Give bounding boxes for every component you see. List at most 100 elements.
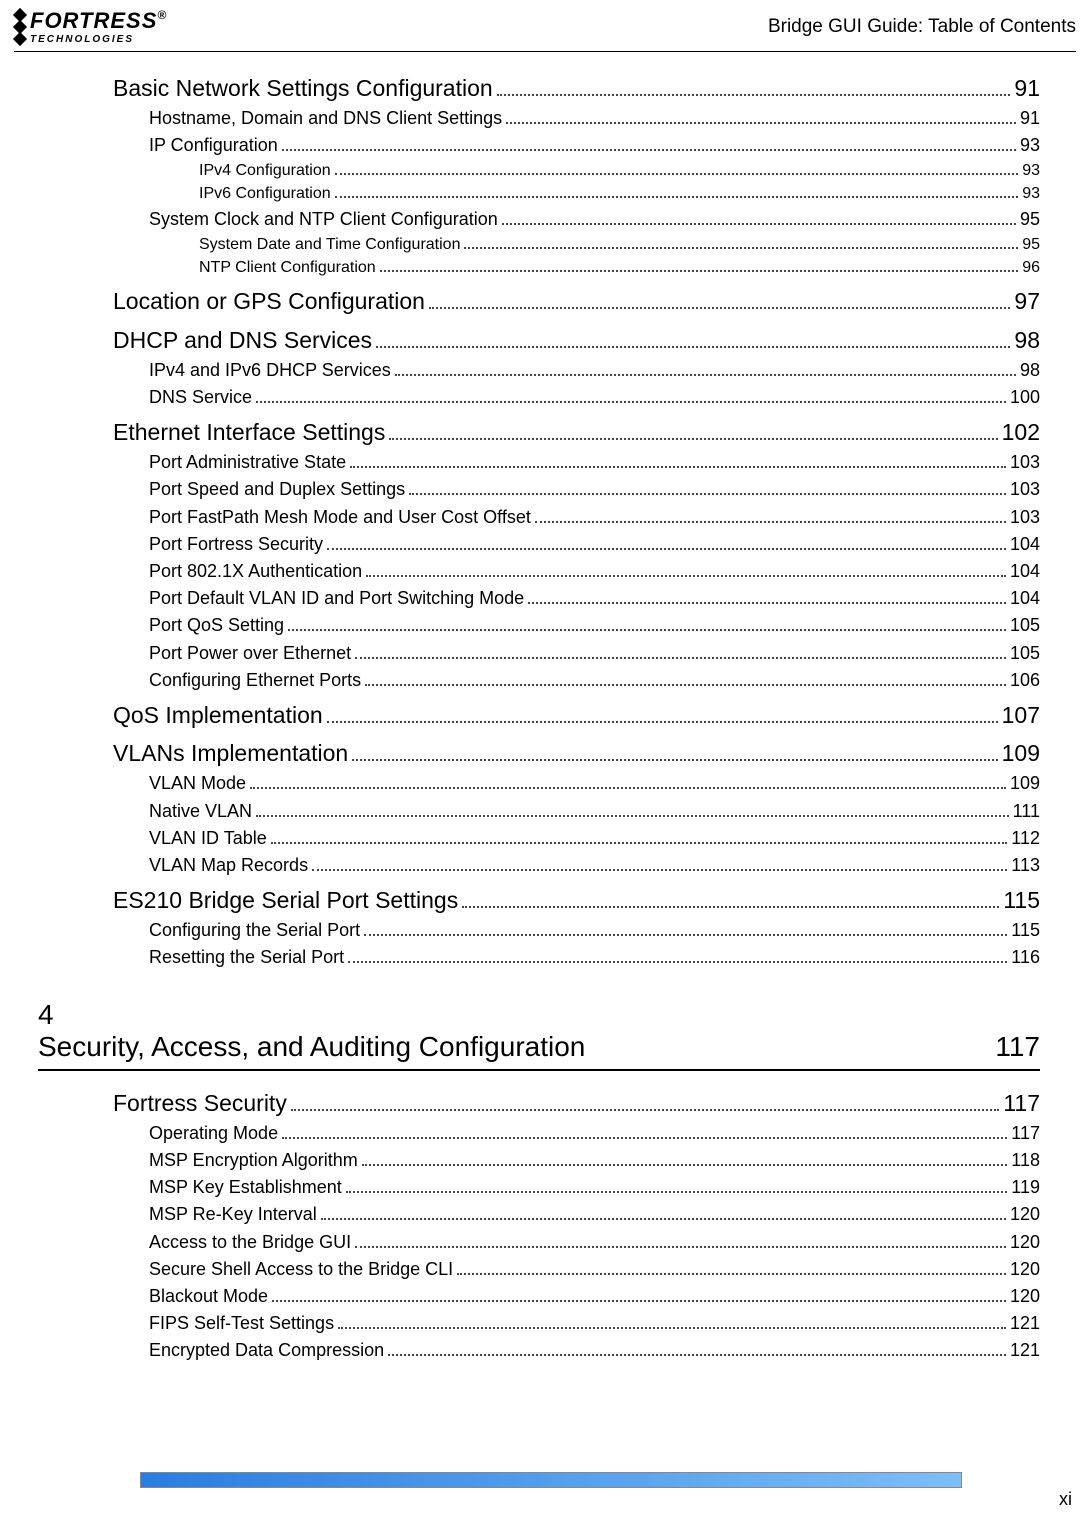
toc-entry[interactable]: Basic Network Settings Configuration 91 — [113, 72, 1040, 104]
toc-entry[interactable]: QoS Implementation 107 — [113, 699, 1040, 731]
toc-entry[interactable]: Blackout Mode 120 — [149, 1284, 1040, 1309]
toc-entry[interactable]: DNS Service 100 — [149, 385, 1040, 410]
toc-page: 100 — [1010, 385, 1040, 410]
toc-page: 103 — [1010, 505, 1040, 530]
toc-entry[interactable]: Port Fortress Security 104 — [149, 532, 1040, 557]
toc-label: Port 802.1X Authentication — [149, 559, 362, 584]
toc-entry[interactable]: Ethernet Interface Settings 102 — [113, 416, 1040, 448]
toc-label: VLANs Implementation — [113, 737, 348, 769]
toc-entry[interactable]: VLAN ID Table 112 — [149, 826, 1040, 851]
toc-entry[interactable]: NTP Client Configuration 96 — [199, 257, 1040, 279]
toc-block-2: Fortress Security 117Operating Mode 117M… — [113, 1087, 1040, 1364]
toc-label: DHCP and DNS Services — [113, 324, 372, 356]
header-title: Bridge GUI Guide: Table of Contents — [768, 16, 1076, 38]
toc-label: Port Fortress Security — [149, 532, 323, 557]
toc-page: 120 — [1010, 1284, 1040, 1309]
toc-entry[interactable]: Port QoS Setting 105 — [149, 613, 1040, 638]
toc-entry[interactable]: VLANs Implementation 109 — [113, 737, 1040, 769]
toc-entry[interactable]: Native VLAN 111 — [149, 799, 1040, 824]
toc-entry[interactable]: Fortress Security 117 — [113, 1087, 1040, 1119]
toc-leader — [376, 329, 1010, 347]
toc-label: DNS Service — [149, 385, 252, 410]
toc-leader — [462, 890, 999, 908]
toc-leader — [497, 78, 1011, 96]
toc-entry[interactable]: Operating Mode 117 — [149, 1121, 1040, 1146]
toc-entry[interactable]: Port Power over Ethernet 105 — [149, 641, 1040, 666]
toc-label: Secure Shell Access to the Bridge CLI — [149, 1257, 453, 1282]
toc-entry[interactable]: DHCP and DNS Services 98 — [113, 324, 1040, 356]
toc-entry[interactable]: Hostname, Domain and DNS Client Settings… — [149, 106, 1040, 131]
toc-entry[interactable]: Location or GPS Configuration 97 — [113, 285, 1040, 317]
toc-page: 109 — [1010, 771, 1040, 796]
toc-page: 119 — [1011, 1175, 1040, 1200]
footer-bar — [140, 1472, 962, 1488]
toc-leader — [327, 705, 998, 723]
toc-label: Basic Network Settings Configuration — [113, 72, 493, 104]
toc-entry[interactable]: VLAN Map Records 113 — [149, 853, 1040, 878]
toc-page: 107 — [1002, 699, 1040, 731]
toc-entry[interactable]: System Date and Time Configuration 95 — [199, 234, 1040, 256]
toc-entry[interactable]: ES210 Bridge Serial Port Settings 115 — [113, 884, 1040, 916]
toc-entry[interactable]: Configuring the Serial Port 115 — [149, 918, 1040, 943]
toc-leader — [350, 454, 1006, 469]
toc-entry[interactable]: IPv4 Configuration 93 — [199, 160, 1040, 182]
toc-label: Hostname, Domain and DNS Client Settings — [149, 106, 502, 131]
toc-entry[interactable]: IP Configuration 93 — [149, 133, 1040, 158]
toc-label: MSP Encryption Algorithm — [149, 1148, 358, 1173]
toc-entry[interactable]: Port Default VLAN ID and Port Switching … — [149, 586, 1040, 611]
toc-entry[interactable]: MSP Re-Key Interval 120 — [149, 1202, 1040, 1227]
toc-leader — [457, 1260, 1006, 1275]
chapter-page: 117 — [995, 1031, 1040, 1063]
toc-label: Native VLAN — [149, 799, 252, 824]
toc-entry[interactable]: Port Administrative State 103 — [149, 450, 1040, 475]
toc-leader — [506, 110, 1016, 125]
toc-entry[interactable]: Encrypted Data Compression 121 — [149, 1338, 1040, 1363]
toc-label: Port Default VLAN ID and Port Switching … — [149, 586, 524, 611]
toc-leader — [352, 743, 997, 761]
toc-label: Resetting the Serial Port — [149, 945, 344, 970]
toc-leader — [256, 802, 1009, 817]
toc-label: Port QoS Setting — [149, 613, 284, 638]
toc-label: VLAN Map Records — [149, 853, 308, 878]
toc-entry[interactable]: Port Speed and Duplex Settings 103 — [149, 477, 1040, 502]
toc-label: Operating Mode — [149, 1121, 278, 1146]
toc-page: 116 — [1011, 945, 1040, 970]
toc-page: 113 — [1011, 853, 1040, 878]
toc-page: 115 — [1003, 884, 1040, 916]
toc-entry[interactable]: Resetting the Serial Port 116 — [149, 945, 1040, 970]
toc-entry[interactable]: Configuring Ethernet Ports 106 — [149, 668, 1040, 693]
toc-entry[interactable]: Secure Shell Access to the Bridge CLI 12… — [149, 1257, 1040, 1282]
toc-entry[interactable]: Port FastPath Mesh Mode and User Cost Of… — [149, 505, 1040, 530]
toc-page: 111 — [1013, 799, 1040, 824]
toc-leader — [335, 161, 1019, 174]
toc-entry[interactable]: IPv4 and IPv6 DHCP Services 98 — [149, 358, 1040, 383]
logo: FORTRESS® TECHNOLOGIES — [14, 8, 167, 45]
toc-label: Ethernet Interface Settings — [113, 416, 385, 448]
toc-entry[interactable]: Port 802.1X Authentication 104 — [149, 559, 1040, 584]
toc-leader — [338, 1315, 1006, 1330]
header-rule — [14, 51, 1076, 52]
toc-page: 118 — [1011, 1148, 1040, 1173]
toc-leader — [288, 617, 1006, 632]
toc-label: QoS Implementation — [113, 699, 323, 731]
toc-entry[interactable]: System Clock and NTP Client Configuratio… — [149, 207, 1040, 232]
toc-leader — [502, 211, 1016, 226]
toc-page: 98 — [1014, 324, 1040, 356]
toc-leader — [389, 422, 997, 440]
toc-leader — [355, 1233, 1006, 1248]
toc-entry[interactable]: VLAN Mode 109 — [149, 771, 1040, 796]
toc-entry[interactable]: MSP Key Establishment 119 — [149, 1175, 1040, 1200]
content: Basic Network Settings Configuration 91H… — [0, 72, 1090, 1364]
toc-leader — [365, 671, 1006, 686]
toc-leader — [464, 235, 1018, 248]
toc-page: 97 — [1014, 285, 1040, 317]
toc-entry[interactable]: IPv6 Configuration 93 — [199, 183, 1040, 205]
toc-entry[interactable]: MSP Encryption Algorithm 118 — [149, 1148, 1040, 1173]
toc-page: 93 — [1020, 133, 1040, 158]
toc-label: System Clock and NTP Client Configuratio… — [149, 207, 498, 232]
header: FORTRESS® TECHNOLOGIES Bridge GUI Guide:… — [0, 0, 1090, 49]
toc-entry[interactable]: Access to the Bridge GUI 120 — [149, 1230, 1040, 1255]
toc-entry[interactable]: FIPS Self-Test Settings 121 — [149, 1311, 1040, 1336]
toc-page: 112 — [1011, 826, 1040, 851]
toc-leader — [282, 137, 1016, 152]
